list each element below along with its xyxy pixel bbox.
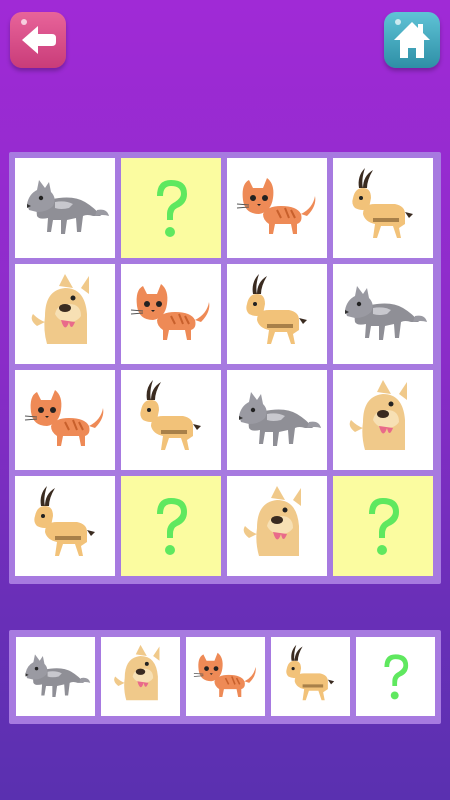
cell-antelope bbox=[121, 370, 221, 470]
cell-wolf bbox=[333, 264, 433, 364]
dog-icon bbox=[114, 644, 160, 701]
back-arrow-icon bbox=[21, 19, 56, 54]
dog-icon bbox=[243, 486, 301, 556]
unknown-icon bbox=[157, 180, 187, 237]
choice-dog[interactable] bbox=[101, 637, 180, 716]
cell-dog bbox=[333, 370, 433, 470]
cell-antelope bbox=[333, 158, 433, 258]
choice-cat[interactable] bbox=[186, 637, 265, 716]
answer-choice-tray bbox=[9, 630, 441, 724]
cell-wolf bbox=[227, 370, 327, 470]
dog-icon bbox=[31, 274, 90, 344]
cell-antelope bbox=[227, 264, 327, 364]
cat-icon bbox=[236, 177, 317, 235]
cell-cat bbox=[121, 264, 221, 364]
empty-cell[interactable] bbox=[121, 158, 221, 258]
empty-cell[interactable] bbox=[333, 476, 433, 576]
unknown-icon bbox=[369, 498, 399, 555]
wolf-icon bbox=[27, 180, 109, 234]
cell-dog bbox=[227, 476, 327, 576]
wolf-icon bbox=[239, 392, 321, 446]
cat-icon bbox=[130, 283, 211, 341]
cat-icon bbox=[24, 389, 105, 447]
puzzle-board bbox=[9, 152, 441, 584]
choice-wolf[interactable] bbox=[16, 637, 95, 716]
cell-antelope bbox=[15, 476, 115, 576]
unknown-icon bbox=[384, 654, 409, 700]
empty-cell[interactable] bbox=[121, 476, 221, 576]
back-button[interactable] bbox=[10, 12, 66, 68]
home-button[interactable] bbox=[384, 12, 440, 68]
cell-dog bbox=[15, 264, 115, 364]
antelope-icon bbox=[34, 486, 95, 556]
cell-cat bbox=[15, 370, 115, 470]
cell-cat bbox=[227, 158, 327, 258]
wolf-icon bbox=[25, 654, 91, 698]
antelope-icon bbox=[140, 380, 201, 450]
choice-unknown[interactable] bbox=[356, 637, 435, 716]
cat-icon bbox=[193, 652, 257, 698]
antelope-icon bbox=[246, 274, 307, 344]
unknown-icon bbox=[157, 498, 187, 555]
home-icon bbox=[394, 19, 430, 58]
antelope-icon bbox=[352, 168, 413, 238]
dog-icon bbox=[349, 380, 407, 450]
antelope-icon bbox=[286, 644, 335, 701]
wolf-icon bbox=[345, 286, 427, 340]
choice-antelope[interactable] bbox=[271, 637, 350, 716]
cell-wolf bbox=[15, 158, 115, 258]
